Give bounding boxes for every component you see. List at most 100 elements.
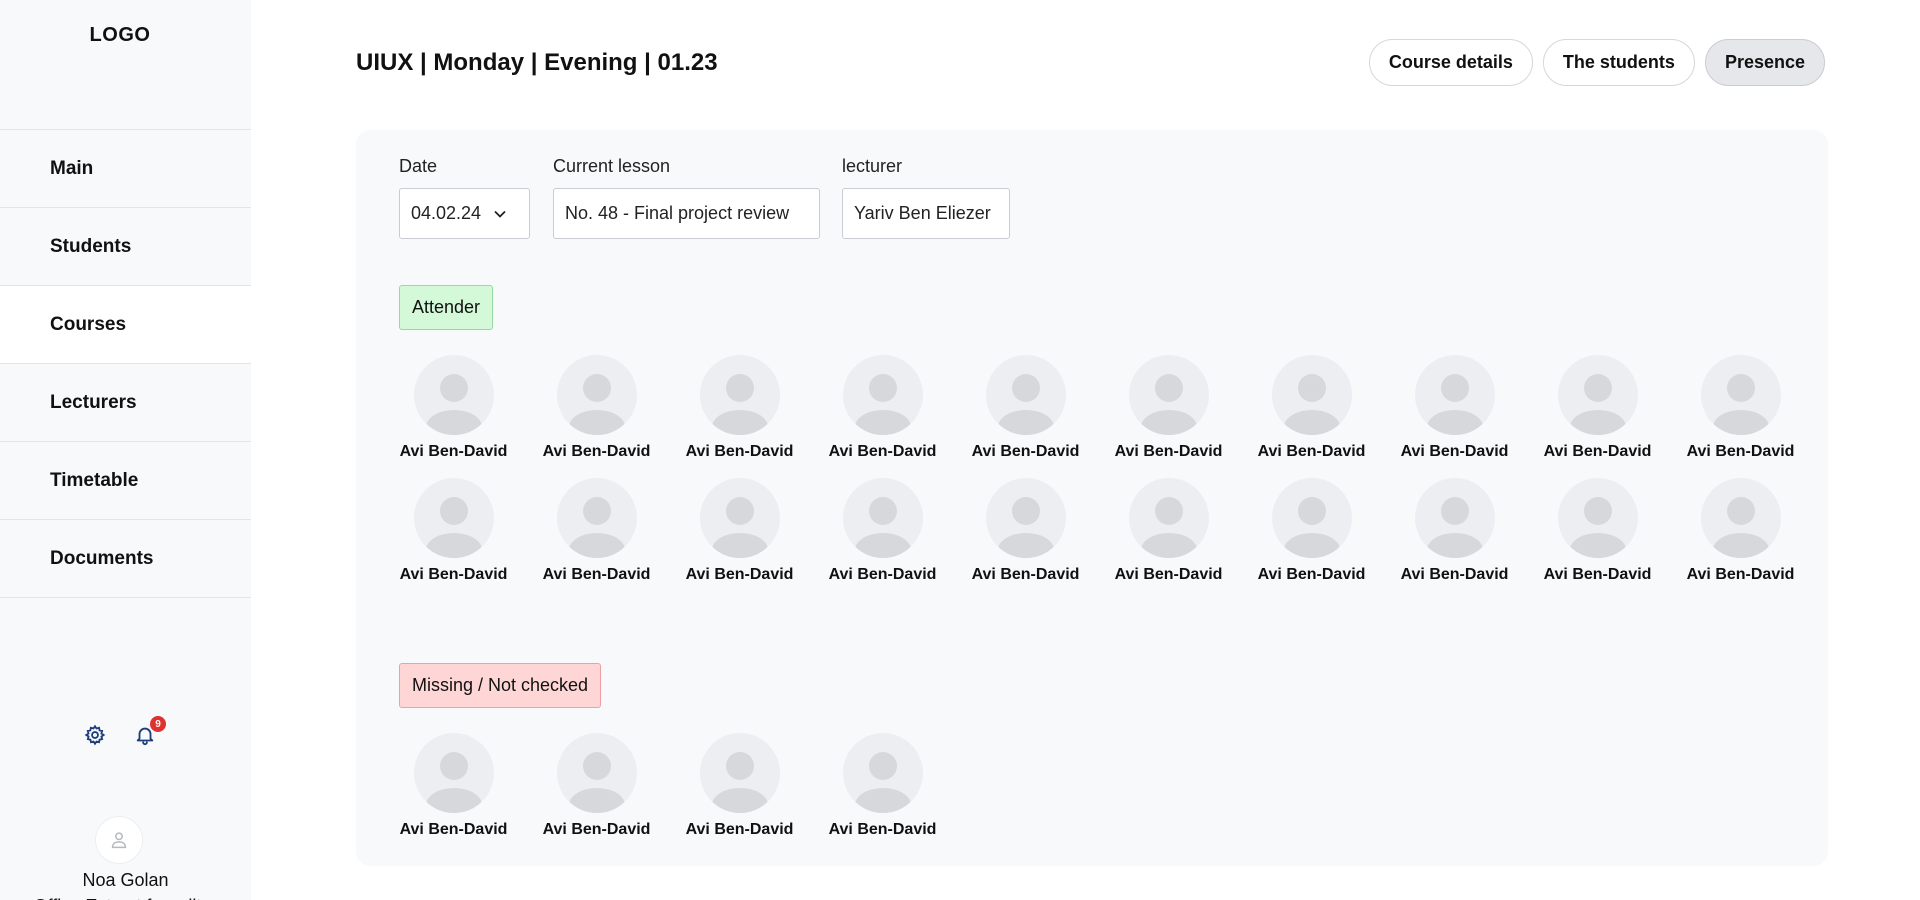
sidebar-nav: Main Students Courses Lecturers Timetabl… [0, 129, 251, 598]
user-icon [699, 478, 780, 558]
student-name: Avi Ben-David [1686, 443, 1795, 460]
sidebar-item-lecturers[interactable]: Lecturers [0, 364, 251, 442]
user-icon [1128, 478, 1209, 558]
student-name: Avi Ben-David [971, 566, 1080, 583]
user-icon [1414, 478, 1495, 558]
student-name: Avi Ben-David [1400, 566, 1509, 583]
sidebar-item-label: Courses [50, 313, 127, 335]
sidebar-item-label: Students [50, 235, 132, 257]
user-role: Office Extract for editor [0, 896, 251, 900]
student-card[interactable]: Avi Ben-David [970, 355, 1081, 461]
student-card[interactable]: Avi Ben-David [541, 355, 652, 461]
sidebar-utilities: 9 [82, 716, 166, 748]
student-card[interactable]: Avi Ben-David [398, 733, 509, 839]
student-card[interactable]: Avi Ben-David [684, 355, 795, 461]
student-card[interactable]: Avi Ben-David [541, 733, 652, 839]
bell-icon[interactable]: 9 [132, 716, 166, 748]
lesson-value: No. 48 - Final project review [565, 203, 790, 223]
student-card[interactable]: Avi Ben-David [970, 478, 1081, 584]
lecturer-label: lecturer [842, 156, 903, 176]
student-card[interactable]: Avi Ben-David [398, 355, 509, 461]
student-card[interactable]: Avi Ben-David [827, 733, 938, 839]
student-card[interactable]: Avi Ben-David [1256, 478, 1367, 584]
user-icon [1271, 478, 1352, 558]
sidebar-item-students[interactable]: Students [0, 208, 251, 286]
user-icon [556, 355, 637, 435]
student-name: Avi Ben-David [685, 443, 794, 460]
presence-panel: Date 04.02.24 Current lesson No. 48 - Fi… [356, 130, 1828, 866]
student-name: Avi Ben-David [542, 566, 651, 583]
user-icon [842, 733, 923, 813]
sidebar-item-timetable[interactable]: Timetable [0, 442, 251, 520]
lesson-label: Current lesson [553, 156, 671, 176]
user-icon [413, 733, 494, 813]
date-select[interactable]: 04.02.24 [399, 188, 530, 239]
user-icon [1700, 478, 1781, 558]
student-card[interactable]: Avi Ben-David [398, 478, 509, 584]
student-name: Avi Ben-David [542, 443, 651, 460]
student-name: Avi Ben-David [828, 566, 937, 583]
lesson-field: Current lesson No. 48 - Final project re… [553, 156, 820, 239]
student-card[interactable]: Avi Ben-David [1256, 355, 1367, 461]
student-card[interactable]: Avi Ben-David [1685, 355, 1796, 461]
student-card[interactable]: Avi Ben-David [1399, 355, 1510, 461]
student-card[interactable]: Avi Ben-David [1685, 478, 1796, 584]
lecturer-field: lecturer Yariv Ben Eliezer [842, 156, 1010, 239]
student-name: Avi Ben-David [399, 443, 508, 460]
user-icon [699, 733, 780, 813]
tab-presence[interactable]: Presence [1704, 39, 1825, 86]
student-name: Avi Ben-David [1400, 443, 1509, 460]
user-icon [1271, 355, 1352, 435]
user-avatar[interactable] [95, 816, 143, 864]
sidebar-item-label: Timetable [50, 469, 139, 491]
lesson-input[interactable]: No. 48 - Final project review [553, 188, 820, 239]
tab-course-details[interactable]: Course details [1368, 39, 1533, 86]
student-card[interactable]: Avi Ben-David [541, 478, 652, 584]
user-icon [842, 355, 923, 435]
sidebar-item-label: Documents [50, 547, 154, 569]
student-card[interactable]: Avi Ben-David [1399, 478, 1510, 584]
student-card[interactable]: Avi Ben-David [684, 478, 795, 584]
sidebar-item-label: Lecturers [50, 391, 137, 413]
student-card[interactable]: Avi Ben-David [827, 478, 938, 584]
student-name: Avi Ben-David [1686, 566, 1795, 583]
lecturer-value: Yariv Ben Eliezer [854, 203, 991, 223]
student-card[interactable]: Avi Ben-David [1113, 355, 1224, 461]
gear-icon[interactable] [82, 722, 108, 748]
sidebar-item-main[interactable]: Main [0, 130, 251, 208]
user-icon [985, 478, 1066, 558]
user-icon [556, 733, 637, 813]
user-icon [1128, 355, 1209, 435]
student-name: Avi Ben-David [685, 821, 794, 838]
student-card[interactable]: Avi Ben-David [1542, 478, 1653, 584]
sidebar-item-documents[interactable]: Documents [0, 520, 251, 598]
user-icon [413, 478, 494, 558]
lecturer-input[interactable]: Yariv Ben Eliezer [842, 188, 1010, 239]
student-name: Avi Ben-David [828, 443, 937, 460]
student-name: Avi Ben-David [1114, 443, 1223, 460]
tab-the-students[interactable]: The students [1542, 39, 1695, 86]
user-icon [842, 478, 923, 558]
sidebar: LOGO Main Students Courses Lecturers Tim… [0, 0, 251, 900]
student-name: Avi Ben-David [971, 443, 1080, 460]
logo: LOGO [89, 24, 151, 46]
student-name: Avi Ben-David [1543, 443, 1652, 460]
date-field: Date 04.02.24 [399, 156, 530, 239]
student-name: Avi Ben-David [685, 566, 794, 583]
student-card[interactable]: Avi Ben-David [1113, 478, 1224, 584]
sidebar-item-courses[interactable]: Courses [0, 286, 251, 364]
student-card[interactable]: Avi Ben-David [684, 733, 795, 839]
user-icon [985, 355, 1066, 435]
user-icon [699, 355, 780, 435]
user-name: Noa Golan [82, 870, 169, 890]
user-icon [556, 478, 637, 558]
student-card[interactable]: Avi Ben-David [1542, 355, 1653, 461]
student-name: Avi Ben-David [542, 821, 651, 838]
student-name: Avi Ben-David [1114, 566, 1223, 583]
user-icon [1557, 355, 1638, 435]
user-icon [1557, 478, 1638, 558]
student-card[interactable]: Avi Ben-David [827, 355, 938, 461]
attender-list: Avi Ben-David Avi Ben-David Avi Ben-David A… [398, 355, 1796, 584]
missing-badge: Missing / Not checked [399, 663, 602, 708]
attender-badge: Attender [399, 285, 494, 330]
